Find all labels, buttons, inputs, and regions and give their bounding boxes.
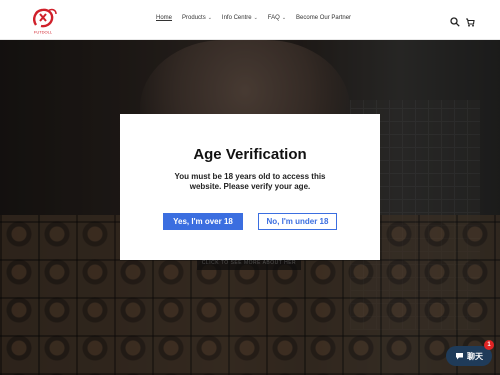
chat-bubble-icon [456,353,463,360]
nav-info-centre[interactable]: Info Centre ⌄ [222,15,258,21]
search-icon[interactable] [450,14,460,27]
logo-text: FUTDOLL [34,30,53,35]
modal-title: Age Verification [193,146,307,163]
site-header: FUTDOLL Home Products ⌄ Info Centre ⌄ FA… [0,0,500,40]
chat-notification-badge: 1 [484,340,494,350]
brand-logo[interactable]: FUTDOLL [26,5,60,35]
nav-faq[interactable]: FAQ ⌄ [268,15,286,21]
nav-home[interactable]: Home [156,15,172,21]
nav-products-label: Products [182,15,206,21]
deny-age-button[interactable]: No, I'm under 18 [258,213,337,230]
nav-info-centre-label: Info Centre [221,15,252,21]
nav-products[interactable]: Products ⌄ [182,15,212,21]
confirm-age-button[interactable]: Yes, I'm over 18 [163,213,243,230]
nav-become-partner-label: Become Our Partner [296,15,352,21]
chevron-down-icon: ⌄ [253,15,258,21]
age-verification-modal: Age Verification You must be 18 years ol… [120,114,380,260]
nav-faq-label: FAQ [267,15,280,21]
chat-label: 聊天 [467,351,483,361]
logo-mark-icon: FUTDOLL [33,8,57,35]
main-nav: Home Products ⌄ Info Centre ⌄ FAQ ⌄ Beco… [156,15,351,21]
chevron-down-icon: ⌄ [207,15,212,21]
chevron-down-icon: ⌄ [281,15,287,21]
nav-become-partner[interactable]: Become Our Partner [296,15,351,21]
nav-home-label: Home [156,15,173,21]
modal-message: You must be 18 years old to access this … [174,172,326,191]
cart-icon[interactable] [465,14,475,27]
